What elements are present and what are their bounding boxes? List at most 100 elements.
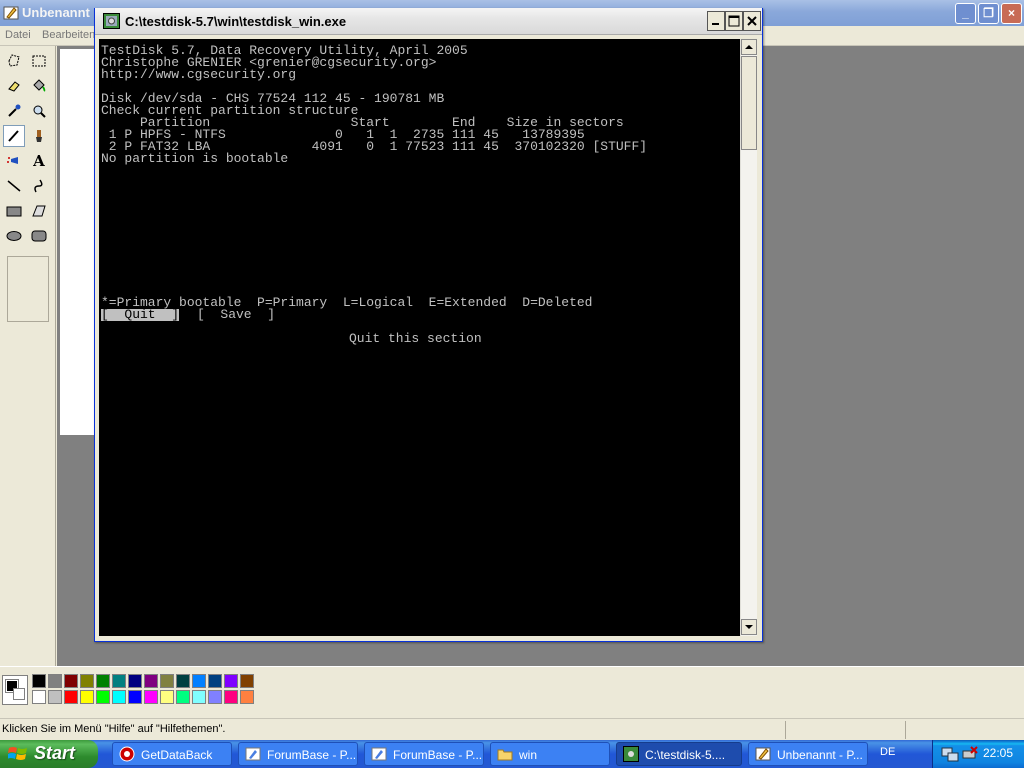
scroll-thumb[interactable] [741,56,757,150]
testdisk-console-window: C:\testdisk-5.7\win\testdisk_win.exe Tes… [94,8,763,642]
palette-swatch[interactable] [176,690,190,704]
task-getdataback[interactable]: GetDataBack [112,742,232,766]
menu-hint: Quit this section [349,331,482,346]
current-colors [2,675,28,705]
browser-icon [245,747,261,761]
language-indicator[interactable]: DE [880,746,895,758]
menu-save-option[interactable]: [ Save ] [197,308,275,321]
task-label: C:\testdisk-5.... [645,748,726,762]
palette-swatch[interactable] [96,690,110,704]
palette-swatch[interactable] [192,690,206,704]
magnifier-icon[interactable] [28,100,50,122]
term-line: http://www.cgsecurity.org [101,67,297,82]
palette-swatch[interactable] [144,690,158,704]
palette-swatch[interactable] [208,674,222,688]
palette-swatch[interactable] [32,690,46,704]
menu-datei[interactable]: Datei [5,29,31,41]
task-label: ForumBase - P... [267,748,357,762]
palette-swatch[interactable] [224,674,238,688]
paint-statusbar: Klicken Sie im Menü "Hilfe" auf "Hilfeth… [0,718,1024,740]
paint-icon [755,747,771,761]
console-vertical-scrollbar[interactable] [740,39,757,636]
airbrush-icon[interactable] [3,150,25,172]
palette-swatch[interactable] [112,690,126,704]
palette-swatch[interactable] [48,690,62,704]
menu-bearbeiten[interactable]: Bearbeiten [42,29,95,41]
term-line: No partition is bootable [101,151,289,166]
palette-swatch[interactable] [64,674,78,688]
task-forumbase-1[interactable]: ForumBase - P... [238,742,358,766]
rect-select-icon[interactable] [28,50,50,72]
fill-icon[interactable] [28,75,50,97]
task-forumbase-2[interactable]: ForumBase - P... [364,742,484,766]
terminal-screen[interactable]: TestDisk 5.7, Data Recovery Utility, Apr… [99,39,740,636]
console-maximize-button[interactable] [725,11,743,31]
palette-swatch[interactable] [32,674,46,688]
task-label: Unbenannt - P... [777,748,863,762]
color-palette [0,666,1024,712]
safely-remove-icon[interactable] [961,745,979,763]
palette-swatch[interactable] [80,674,94,688]
start-label: Start [34,743,76,763]
ellipse-icon[interactable] [3,225,25,247]
toolbox: A [0,46,56,666]
palette-swatch[interactable] [160,674,174,688]
console-title: C:\testdisk-5.7\win\testdisk_win.exe [125,14,347,29]
console-icon [623,746,639,762]
console-minimize-button[interactable] [707,11,725,31]
paint-app-icon [3,6,19,20]
task-win-folder[interactable]: win [490,742,610,766]
task-paint[interactable]: Unbenannt - P... [748,742,868,766]
eraser-icon[interactable] [3,75,25,97]
palette-swatch[interactable] [192,674,206,688]
palette-swatch[interactable] [160,690,174,704]
palette-swatch[interactable] [48,674,62,688]
line-icon[interactable] [3,175,25,197]
palette-swatch[interactable] [128,690,142,704]
scroll-down-icon[interactable] [741,619,757,635]
palette-swatch[interactable] [128,674,142,688]
paint-restore-button[interactable]: ❐ [978,3,999,24]
brush-icon[interactable] [28,125,50,147]
curve-icon[interactable] [28,175,50,197]
polygon-icon[interactable] [28,200,50,222]
task-testdisk-console[interactable]: C:\testdisk-5.... [616,742,742,766]
paint-close-button[interactable]: × [1001,3,1022,24]
text-icon[interactable]: A [28,150,50,172]
task-label: GetDataBack [141,748,213,762]
console-close-button[interactable] [743,11,761,31]
status-separator [905,721,906,739]
taskbar: Start GetDataBack ForumBase - P... Forum… [0,740,1024,768]
palette-swatch[interactable] [144,674,158,688]
browser-icon [371,747,387,761]
palette-swatch[interactable] [80,690,94,704]
task-label: ForumBase - P... [393,748,483,762]
palette-swatch[interactable] [240,674,254,688]
paint-title: Unbenannt [22,5,90,20]
menu-quit-option[interactable]: [ Quit ] [101,308,180,321]
palette-swatch[interactable] [64,690,78,704]
console-titlebar[interactable]: C:\testdisk-5.7\win\testdisk_win.exe [95,8,762,35]
palette-swatch[interactable] [208,690,222,704]
palette-swatch[interactable] [112,674,126,688]
pencil-icon[interactable] [3,125,25,147]
folder-icon [497,749,513,761]
color-picker-icon[interactable] [3,100,25,122]
tool-options-box[interactable] [7,256,49,322]
system-tray: 22:05 [932,740,1024,768]
background-color [13,688,25,700]
getdataback-icon [119,746,135,762]
rectangle-icon[interactable] [3,200,25,222]
task-label: win [519,748,538,762]
palette-swatch[interactable] [224,690,238,704]
palette-swatch[interactable] [96,674,110,688]
palette-swatch[interactable] [176,674,190,688]
palette-swatch[interactable] [240,690,254,704]
network-icon[interactable] [941,745,959,763]
status-text: Klicken Sie im Menü "Hilfe" auf "Hilfeth… [2,723,226,735]
free-select-icon[interactable] [3,50,25,72]
rounded-rect-icon[interactable] [28,225,50,247]
scroll-up-icon[interactable] [741,39,757,55]
paint-minimize-button[interactable]: _ [955,3,976,24]
start-button[interactable]: Start [0,740,98,768]
